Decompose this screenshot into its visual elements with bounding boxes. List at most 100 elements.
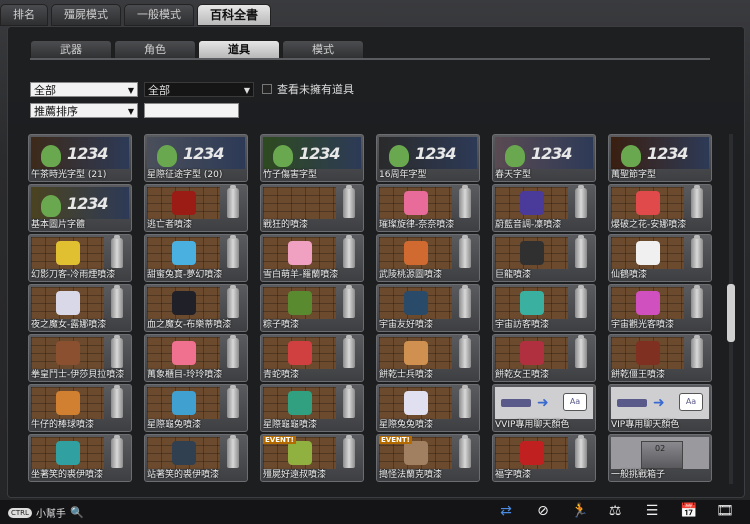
spray-can-icon <box>111 385 123 418</box>
font-sample: 1234 <box>531 144 573 163</box>
item-card[interactable]: 青蛇噴漆 <box>260 334 364 382</box>
checkbox[interactable] <box>262 84 272 94</box>
runner-icon[interactable]: 🏃 <box>571 503 588 519</box>
item-card[interactable]: 爆破之花-安娜噴漆 <box>608 184 712 232</box>
item-label: 武陵桃源圖噴漆 <box>379 270 443 280</box>
sort-select[interactable]: 推薦排序 ▼ <box>30 103 138 118</box>
item-card[interactable]: 1234 春天字型 <box>492 134 596 182</box>
calendar-icon[interactable]: 📅 <box>680 503 697 519</box>
item-label: 星際龜龜噴漆 <box>263 420 318 430</box>
help-button[interactable]: CTRL 小幫手 🔍 <box>8 505 84 520</box>
brick-wall <box>147 237 220 269</box>
subcategory-select[interactable]: 全部 ▼ <box>144 82 254 97</box>
brick-wall <box>263 337 336 369</box>
item-card[interactable]: 1234 萬聖節字型 <box>608 134 712 182</box>
sub-tabs: 武器 角色 道具 模式 <box>30 40 364 60</box>
show-unowned-toggle[interactable]: 查看未擁有道具 <box>262 81 354 97</box>
item-label: 餅乾僵王噴漆 <box>611 370 666 380</box>
item-card[interactable]: 血之魔女-布樂蒂噴漆 <box>144 284 248 332</box>
item-label: 璀璨旋律-奈奈噴漆 <box>379 220 455 230</box>
item-card[interactable]: 幻影刀客-冷雨煙噴漆 <box>28 234 132 282</box>
subtab-items[interactable]: 道具 <box>198 40 280 60</box>
swap-icon[interactable]: ⇄ <box>498 503 514 519</box>
item-card[interactable]: 1234 16周年字型 <box>376 134 480 182</box>
search-input[interactable] <box>144 103 239 118</box>
spray-can-icon <box>227 185 239 218</box>
item-card[interactable]: 仙鶴噴漆 <box>608 234 712 282</box>
chat-bubble-icon: Aa <box>563 393 587 411</box>
tab-encyclopedia[interactable]: 百科全書 <box>197 4 272 26</box>
item-card[interactable]: 宇宙訪客噴漆 <box>492 284 596 332</box>
character-icon <box>157 145 177 167</box>
spray-emblem-icon <box>56 391 80 415</box>
tab-normal-mode[interactable]: 一般模式 <box>124 4 194 26</box>
item-card[interactable]: 星際龜兔噴漆 <box>144 384 248 432</box>
item-card[interactable]: 1234 基本圖片字體 <box>28 184 132 232</box>
item-card[interactable]: 餅乾女王噴漆 <box>492 334 596 382</box>
brick-wall <box>379 337 452 369</box>
compass-icon[interactable]: ⊘ <box>535 503 551 519</box>
item-label: 福字噴漆 <box>495 470 532 480</box>
item-card[interactable]: 巨龍噴漆 <box>492 234 596 282</box>
item-card[interactable]: 夜之魔女-露娜噴漆 <box>28 284 132 332</box>
item-card[interactable]: 雪白萌羊-羅蘭噴漆 <box>260 234 364 282</box>
item-label: 血之魔女-布樂蒂噴漆 <box>147 320 232 330</box>
subtab-characters[interactable]: 角色 <box>114 40 196 60</box>
item-card[interactable]: 宇宙友好噴漆 <box>376 284 480 332</box>
item-card[interactable]: 星際龜龜噴漆 <box>260 384 364 432</box>
item-card[interactable]: EVENT! 搗怪法蘭克噴漆 <box>376 434 480 482</box>
brick-wall <box>611 287 684 319</box>
tab-zombie-mode[interactable]: 殭屍模式 <box>51 4 121 26</box>
item-card[interactable]: 站著笑的裘伊噴漆 <box>144 434 248 482</box>
spray-emblem-icon <box>56 441 80 465</box>
arrow-right-icon: ➜ <box>537 395 549 411</box>
item-card[interactable]: 星際兔兔噴漆 <box>376 384 480 432</box>
item-card[interactable]: 萬象櫃目-玲玲噴漆 <box>144 334 248 382</box>
film-icon[interactable]: 🎞 <box>716 503 734 519</box>
item-card[interactable]: 璀璨旋律-奈奈噴漆 <box>376 184 480 232</box>
brick-wall <box>147 287 220 319</box>
item-label: 宇宙觀光客噴漆 <box>611 320 675 330</box>
item-card[interactable]: 02 一般挑戰箱子 <box>608 434 712 482</box>
show-unowned-label: 查看未擁有道具 <box>277 83 354 96</box>
item-label: 拳皇鬥士-伊莎貝拉噴漆 <box>31 370 125 380</box>
tab-ranking[interactable]: 排名 <box>0 4 48 26</box>
spray-can-icon <box>227 285 239 318</box>
item-label: VVIP專用聊天顏色 <box>495 420 570 430</box>
item-card[interactable]: 逃亡者噴漆 <box>144 184 248 232</box>
item-card[interactable]: 餅乾士兵噴漆 <box>376 334 480 382</box>
item-card[interactable]: 餅乾僵王噴漆 <box>608 334 712 382</box>
subtab-weapons[interactable]: 武器 <box>30 40 112 60</box>
spray-can-icon <box>691 235 703 268</box>
subtab-modes[interactable]: 模式 <box>282 40 364 60</box>
list-icon[interactable]: ☰ <box>644 503 660 519</box>
item-card[interactable]: 1234 午茶時光字型 (21) <box>28 134 132 182</box>
item-label: 星際征途字型 (20) <box>147 170 223 180</box>
item-card[interactable]: 拳皇鬥士-伊莎貝拉噴漆 <box>28 334 132 382</box>
category-select[interactable]: 全部 ▼ <box>30 82 138 97</box>
item-label: 坐著笑的裘伊噴漆 <box>31 470 104 480</box>
scale-icon[interactable]: ⚖ <box>607 503 623 519</box>
item-card[interactable]: 福字噴漆 <box>492 434 596 482</box>
item-card[interactable]: ➜ Aa VVIP專用聊天顏色 <box>492 384 596 432</box>
item-card[interactable]: 牛仔的棒球噴漆 <box>28 384 132 432</box>
item-card[interactable]: EVENT! 殭屍好遠叔噴漆 <box>260 434 364 482</box>
item-card[interactable]: 坐著笑的裘伊噴漆 <box>28 434 132 482</box>
item-card[interactable]: 武陵桃源圖噴漆 <box>376 234 480 282</box>
spray-emblem-icon <box>172 441 196 465</box>
item-card[interactable]: 宇宙觀光客噴漆 <box>608 284 712 332</box>
item-card[interactable]: 1234 竹子傷害字型 <box>260 134 364 182</box>
item-card[interactable]: 粽子噴漆 <box>260 284 364 332</box>
spray-emblem-icon <box>172 291 196 315</box>
spray-emblem-icon <box>404 291 428 315</box>
item-card[interactable]: 戰狂的噴漆 <box>260 184 364 232</box>
search-icon[interactable]: 🔍 <box>70 506 84 519</box>
brick-wall <box>495 187 568 219</box>
item-card[interactable]: 蔚藍音調-凜噴漆 <box>492 184 596 232</box>
scrollbar-thumb[interactable] <box>727 284 735 342</box>
item-card[interactable]: ➜ Aa VIP專用聊天顏色 <box>608 384 712 432</box>
item-card[interactable]: 甜蜜兔寶-夢幻噴漆 <box>144 234 248 282</box>
item-card[interactable]: 1234 星際征途字型 (20) <box>144 134 248 182</box>
spray-emblem-icon <box>288 341 312 365</box>
brick-wall <box>611 337 684 369</box>
